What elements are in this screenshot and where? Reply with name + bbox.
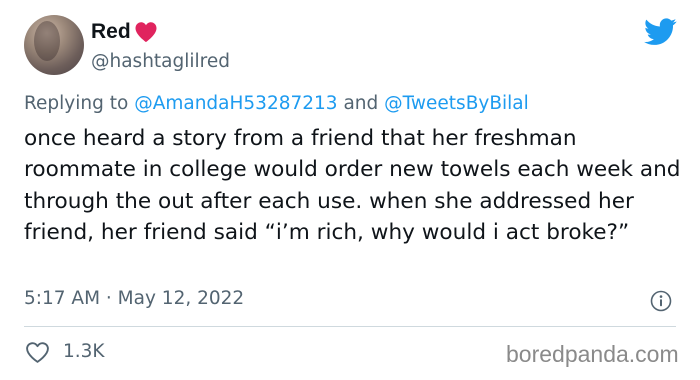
author-name[interactable]: Red [91,20,131,44]
watermark: boredpanda.com [506,341,679,367]
mention-link[interactable]: @TweetsByBilal [384,93,529,114]
heart-emoji-icon [135,22,157,42]
avatar[interactable] [24,15,84,75]
tweet-card: Red @hashtaglilred Replying to @AmandaH5… [0,0,700,380]
divider [24,326,676,327]
like-heart-outline-icon[interactable] [25,341,50,364]
info-icon[interactable] [650,290,672,312]
tweet-text: once heard a story from a friend that he… [24,126,681,246]
author-name-row[interactable]: Red [91,20,158,44]
twitter-bird-icon[interactable] [644,18,677,46]
reply-prefix: Replying to [24,93,135,114]
reply-conjunction: and [337,93,385,114]
mention-link[interactable]: @AmandaH53287213 [134,93,337,114]
reply-context: Replying to @AmandaH53287213 and @Tweets… [24,93,529,114]
tweet-timestamp[interactable]: 5:17 AM · May 12, 2022 [24,288,244,309]
like-count[interactable]: 1.3K [63,341,105,362]
author-handle[interactable]: @hashtaglilred [91,51,230,72]
